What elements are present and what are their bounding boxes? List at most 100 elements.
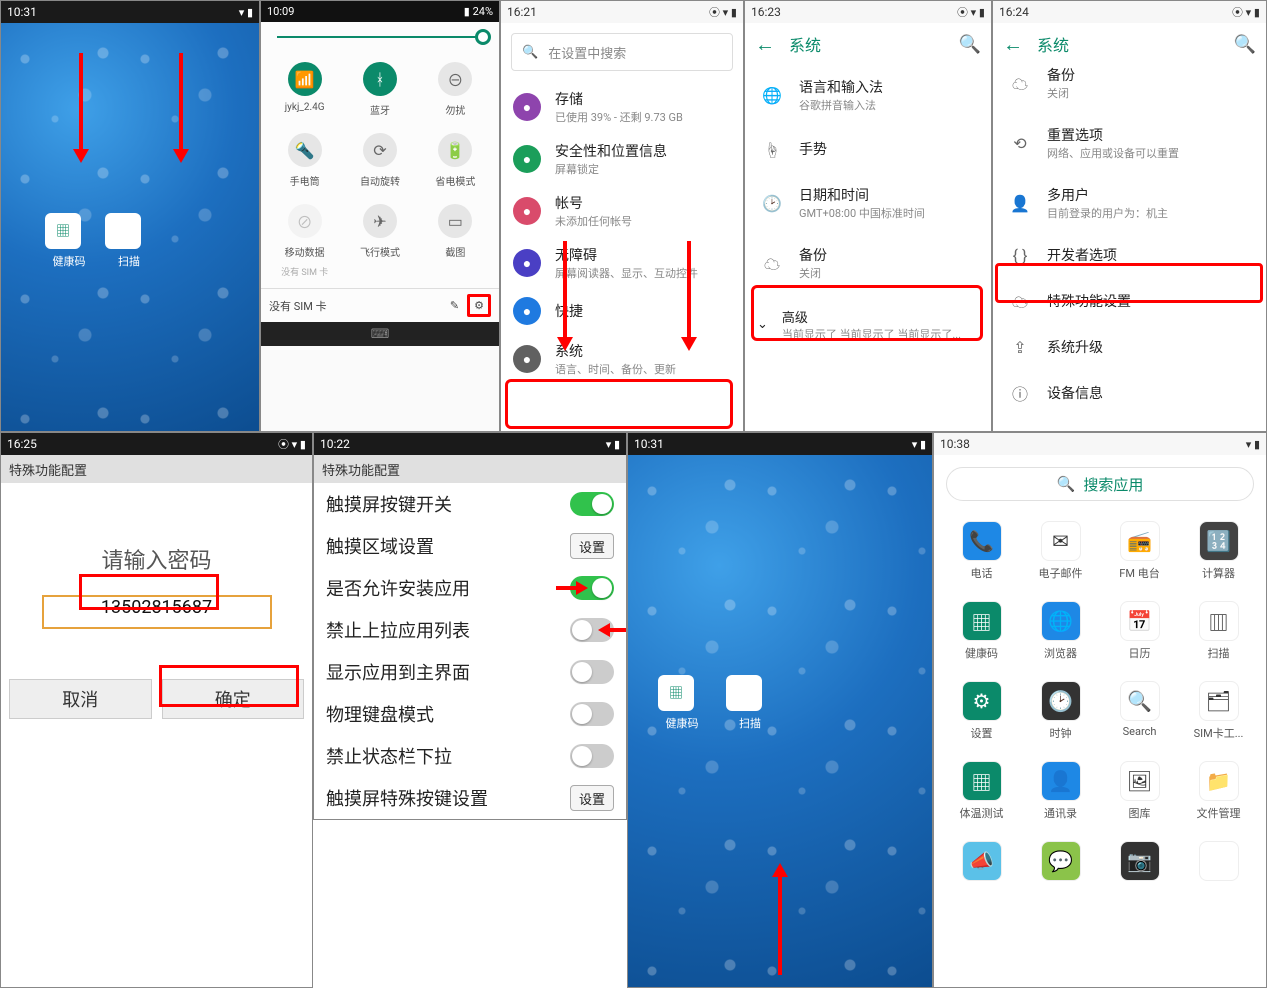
system-row-update[interactable]: ⇪系统升级 (993, 325, 1266, 369)
qs-tile-battery-saver[interactable]: 🔋省电模式 (418, 133, 493, 188)
qs-tile-airplane[interactable]: ✈飞行模式 (342, 204, 417, 278)
app-体温测试[interactable]: ▦体温测试 (942, 761, 1021, 821)
back-arrow-icon[interactable]: ← (1003, 32, 1023, 57)
qs-tile-flashlight[interactable]: 🔦手电筒 (267, 133, 342, 188)
app-label: 电子邮件 (1039, 565, 1083, 581)
tile-label: 移动数据 (285, 244, 325, 259)
config-row[interactable]: 触摸屏按键开关 (314, 483, 626, 525)
settings-button[interactable]: 设置 (570, 533, 614, 559)
row-title: 设备信息 (1047, 383, 1103, 403)
settings-row-account[interactable]: ●帐号未添加任何帐号 (501, 185, 743, 237)
system-row-reset[interactable]: ⟲重置选项网络、应用或设备可以重置 (993, 113, 1266, 173)
row-label: 是否允许安装应用 (326, 575, 470, 601)
qs-tile-dnd[interactable]: ⊖勿扰 (418, 62, 493, 117)
settings-row-shortcut[interactable]: ●快捷 (501, 289, 743, 333)
settings-button[interactable]: 设置 (570, 785, 614, 811)
app-电话[interactable]: 📞电话 (942, 521, 1021, 581)
lang-icon: 🌐 (761, 86, 783, 105)
settings-row-storage[interactable]: ●存储已使用 39% - 还剩 9.73 GB (501, 81, 743, 133)
config-row[interactable]: 是否允许安装应用 (314, 567, 626, 609)
slider-thumb-icon[interactable] (475, 29, 491, 45)
row-label: 触摸屏按键开关 (326, 491, 452, 517)
qs-tile-hotspot[interactable]: ⊘移动数据没有 SIM 卡 (267, 204, 342, 278)
config-row[interactable]: 触摸区域设置 设置 (314, 525, 626, 567)
app-item[interactable] (1179, 841, 1258, 885)
app-设置[interactable]: ⚙设置 (942, 681, 1021, 741)
system-row-backup[interactable]: ☁备份关闭 (993, 65, 1266, 113)
settings-gear-icon[interactable]: ⚙ (467, 294, 491, 317)
toggle-switch[interactable] (570, 744, 614, 768)
airplane-icon: ✈ (363, 204, 397, 238)
app-item[interactable]: 📷 (1100, 841, 1179, 885)
users-icon: 👤 (1009, 194, 1031, 213)
cancel-button[interactable]: 取消 (9, 679, 152, 719)
app-scan[interactable]: ▥ 扫描 (726, 675, 774, 731)
system-row-backup[interactable]: ☁备份关闭 (745, 233, 991, 293)
backup-icon: ☁ (1009, 71, 1031, 95)
settings-row-a11y[interactable]: ●无障碍屏幕阅读器、显示、互动控件 (501, 237, 743, 289)
app-扫描[interactable]: ▥扫描 (1179, 601, 1258, 661)
system-row-clock[interactable]: 🕑日期和时间GMT+08:00 中国标准时间 (745, 173, 991, 233)
app-电子邮件[interactable]: ✉电子邮件 (1021, 521, 1100, 581)
health-code-icon: ▦ (45, 213, 81, 249)
config-row[interactable]: 显示应用到主界面 (314, 651, 626, 693)
app-label: Search (1123, 725, 1157, 738)
clock-icon: 🕑 (761, 194, 783, 213)
qs-tile-wifi[interactable]: 📶jykj_2.4G (267, 62, 342, 117)
app-item[interactable]: 📣 (942, 841, 1021, 885)
app-label: 扫描 (739, 717, 761, 730)
row-label: 触摸区域设置 (326, 533, 434, 559)
qs-tile-bluetooth[interactable]: ᚼ蓝牙 (342, 62, 417, 117)
app-icon: ▦ (962, 761, 1002, 801)
brightness-slider[interactable] (261, 22, 499, 52)
search-icon[interactable]: 🔍 (1234, 34, 1256, 55)
app-浏览器[interactable]: 🌐浏览器 (1021, 601, 1100, 661)
search-icon[interactable]: 🔍 (959, 34, 981, 55)
qs-tile-rotate[interactable]: ⟳自动旋转 (342, 133, 417, 188)
status-bar: 10:22▾ ▮ (314, 433, 626, 455)
system-row-users[interactable]: 👤多用户目前登录的用户为：机主 (993, 173, 1266, 233)
app-计算器[interactable]: 🔢计算器 (1179, 521, 1258, 581)
config-row[interactable]: 禁止状态栏下拉 (314, 735, 626, 777)
settings-row-security[interactable]: ●安全性和位置信息屏幕锁定 (501, 133, 743, 185)
back-arrow-icon[interactable]: ← (755, 32, 775, 57)
clock-text: 16:23 (751, 5, 781, 19)
app-FM 电台[interactable]: 📻FM 电台 (1100, 521, 1179, 581)
apps-search[interactable]: 🔍搜索应用 (946, 467, 1254, 501)
system-row-about[interactable]: ⓘ设备信息 (993, 369, 1266, 417)
row-title: 语言和输入法 (799, 77, 883, 97)
config-row[interactable]: 禁止上拉应用列表 (314, 609, 626, 651)
settings-row-system[interactable]: ●系统语言、时间、备份、更新 (501, 333, 743, 385)
system-row-lang[interactable]: 🌐语言和输入法谷歌拼音输入法 (745, 65, 991, 125)
app-health-code[interactable]: ▦ 健康码 (45, 213, 93, 269)
page-title: 系统 (1037, 32, 1220, 56)
app-SIM卡工...[interactable]: 🗂SIM卡工... (1179, 681, 1258, 741)
clock-text: 10:38 (940, 437, 970, 451)
row-title: 重置选项 (1047, 125, 1179, 145)
edit-icon[interactable]: ✎ (450, 299, 459, 312)
app-label: 扫描 (118, 255, 140, 268)
app-时钟[interactable]: 🕑时钟 (1021, 681, 1100, 741)
app-通讯录[interactable]: 👤通讯录 (1021, 761, 1100, 821)
app-scan[interactable]: ▥ 扫描 (105, 213, 153, 269)
app-health-code[interactable]: ▦ 健康码 (658, 675, 706, 731)
app-日历[interactable]: 📅日历 (1100, 601, 1179, 661)
app-item[interactable]: 💬 (1021, 841, 1100, 885)
toggle-switch[interactable] (570, 492, 614, 516)
config-row[interactable]: 物理键盘模式 (314, 693, 626, 735)
app-文件管理[interactable]: 📁文件管理 (1179, 761, 1258, 821)
app-Search[interactable]: 🔍Search (1100, 681, 1179, 741)
keyboard-icon[interactable]: ⌨ (261, 322, 499, 346)
update-icon: ⇪ (1009, 338, 1031, 357)
app-图库[interactable]: 🖼图库 (1100, 761, 1179, 821)
app-健康码[interactable]: ▦健康码 (942, 601, 1021, 661)
config-row[interactable]: 触摸屏特殊按键设置设置 (314, 777, 626, 819)
status-icons: ▾ ▮ (239, 6, 253, 19)
system-row-gesture[interactable]: ☝手势 (745, 125, 991, 173)
toggle-switch[interactable] (570, 660, 614, 684)
qs-tile-screenshot[interactable]: ▭截图 (418, 204, 493, 278)
settings-search[interactable]: 🔍在设置中搜索 (511, 33, 733, 71)
toggle-switch[interactable] (570, 702, 614, 726)
status-icons: ⦿ ▾ ▮ (709, 4, 737, 20)
storage-icon: ● (513, 93, 541, 121)
